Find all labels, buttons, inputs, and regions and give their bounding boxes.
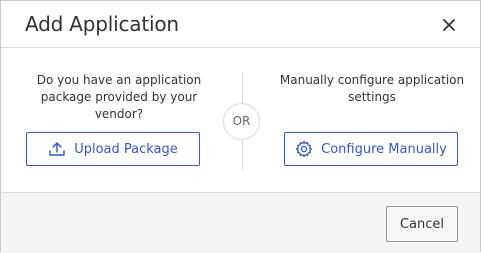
upload-prompt: Do you have an application package provi…: [36, 73, 202, 121]
add-application-dialog: Add Application Do you have an applicati…: [0, 0, 481, 253]
configure-prompt: Manually configure application settings: [279, 73, 465, 104]
cancel-button[interactable]: Cancel: [386, 206, 458, 242]
divider-top: [242, 72, 243, 103]
configure-manually-label: Configure Manually: [321, 141, 447, 157]
configure-manually-button[interactable]: Configure Manually: [284, 132, 458, 166]
dialog-header: Add Application: [1, 1, 480, 48]
gear-icon: [295, 140, 313, 158]
close-icon: [443, 19, 455, 31]
dialog-footer: Cancel: [1, 192, 480, 253]
dialog-body: Do you have an application package provi…: [1, 48, 480, 192]
close-button[interactable]: [439, 15, 459, 35]
or-separator: OR: [223, 103, 260, 140]
dialog-title: Add Application: [25, 12, 179, 36]
upload-package-button[interactable]: Upload Package: [26, 132, 200, 166]
upload-icon: [48, 140, 66, 158]
upload-package-label: Upload Package: [74, 141, 178, 157]
divider-bottom: [242, 140, 243, 170]
